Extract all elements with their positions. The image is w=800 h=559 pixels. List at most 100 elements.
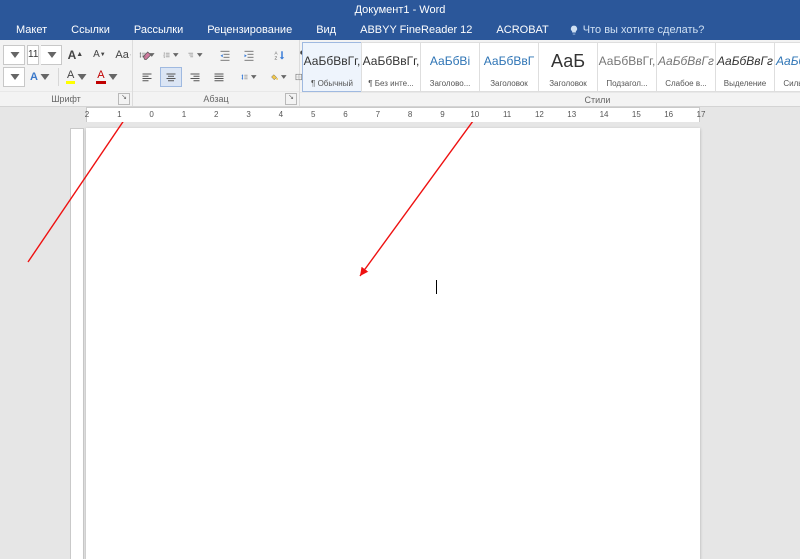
decrease-indent-button[interactable]	[214, 45, 236, 65]
tab-layout[interactable]: Макет	[6, 20, 57, 40]
align-center-icon	[165, 71, 177, 83]
outdent-icon	[219, 49, 231, 61]
ruler-number: 1	[117, 110, 121, 119]
svg-text:A: A	[275, 50, 278, 55]
line-spacing-icon	[241, 71, 249, 83]
style-item-5[interactable]: АаБбВвГг,Подзагол...	[597, 42, 657, 92]
ruler-number: 0	[149, 110, 153, 119]
document-page[interactable]	[86, 128, 700, 559]
style-preview: АаБбВвГг	[658, 43, 714, 79]
sort-icon: AZ	[273, 49, 285, 61]
shading-button[interactable]	[268, 67, 290, 87]
tab-abbyy[interactable]: ABBYY FineReader 12	[350, 20, 482, 40]
text-effects-button[interactable]: A	[27, 67, 54, 87]
increase-indent-button[interactable]	[238, 45, 260, 65]
style-item-1[interactable]: АаБбВвГг,¶ Без инте...	[361, 42, 421, 92]
styles-gallery: АаБбВвГг,¶ ОбычныйАаБбВвГг,¶ Без инте...…	[300, 40, 800, 92]
ruler-number: 11	[503, 110, 511, 119]
svg-text:3: 3	[163, 56, 165, 58]
ruler-number: 12	[535, 110, 544, 119]
font-size-dropdown[interactable]	[41, 45, 62, 65]
ribbon: 11 A▲ A▼ Aa A A A Шрифт	[0, 40, 800, 107]
tell-me-box[interactable]: Что вы хотите сделать?	[569, 24, 705, 36]
style-name-label: Заголовок	[539, 79, 597, 91]
grow-font-button[interactable]: A▲	[64, 45, 86, 65]
align-left-button[interactable]	[136, 67, 158, 87]
multilevel-button[interactable]	[184, 45, 206, 65]
tab-view[interactable]: Вид	[306, 20, 346, 40]
sort-button[interactable]: AZ	[268, 45, 290, 65]
align-right-icon	[189, 71, 201, 83]
style-preview: АаБбВі	[430, 43, 470, 79]
svg-text:Z: Z	[275, 55, 278, 60]
ruler-number: 7	[376, 110, 380, 119]
lightbulb-icon	[569, 25, 579, 35]
change-case-button[interactable]: Aa	[112, 45, 134, 65]
ruler-number: 9	[440, 110, 444, 119]
vertical-ruler[interactable]	[70, 128, 84, 559]
style-item-2[interactable]: АаБбВіЗаголово...	[420, 42, 480, 92]
style-preview: АаБбВвГг	[717, 43, 773, 79]
style-name-label: Выделение	[716, 79, 774, 91]
style-preview: АаБбВвГг,	[363, 43, 420, 79]
line-spacing-button[interactable]	[238, 67, 260, 87]
ruler-number: 15	[632, 110, 641, 119]
ruler-number: 14	[600, 110, 609, 119]
para-dialog-launcher[interactable]: ↘	[285, 93, 297, 105]
separator	[58, 68, 59, 86]
ruler-number: 1	[182, 110, 186, 119]
bucket-icon	[271, 71, 279, 83]
bullets-button[interactable]	[136, 45, 158, 65]
style-preview: АаБбВвГг,	[599, 43, 656, 79]
highlight-button[interactable]: A	[63, 67, 91, 87]
style-name-label: Сильное ...	[775, 79, 800, 91]
ruler-number: 8	[408, 110, 412, 119]
style-item-0[interactable]: АаБбВвГг,¶ Обычный	[302, 42, 362, 92]
font-color-button[interactable]: A	[93, 67, 121, 87]
style-preview: АаБбВвГг,	[304, 43, 361, 79]
tab-review[interactable]: Рецензирование	[197, 20, 302, 40]
app-title: Документ1 - Word	[355, 4, 446, 16]
numbering-button[interactable]: 123	[160, 45, 182, 65]
style-name-label: Подзагол...	[598, 79, 656, 91]
justify-icon	[213, 71, 225, 83]
ruler-number: 13	[567, 110, 576, 119]
align-left-icon	[141, 71, 153, 83]
tab-mailings[interactable]: Рассылки	[124, 20, 193, 40]
style-item-3[interactable]: АаБбВвГЗаголовок	[479, 42, 539, 92]
horizontal-ruler[interactable]: 2101234567891011121314151617	[0, 107, 800, 123]
shrink-font-button[interactable]: A▼	[88, 45, 110, 65]
document-area	[0, 122, 800, 559]
tab-acrobat[interactable]: ACROBAT	[486, 20, 558, 40]
bullets-icon	[139, 49, 147, 61]
style-item-4[interactable]: АаБЗаголовок	[538, 42, 598, 92]
style-preview: АаБбВвГ	[484, 43, 534, 79]
font-family-dropdown[interactable]	[3, 45, 25, 65]
ruler-number: 2	[214, 110, 218, 119]
ruler-number: 16	[664, 110, 673, 119]
tell-me-label: Что вы хотите сделать?	[583, 24, 705, 36]
align-center-button[interactable]	[160, 67, 182, 87]
multilevel-icon	[187, 49, 195, 61]
font-dialog-launcher[interactable]: ↘	[118, 93, 130, 105]
group-styles-label: Стили ↘	[300, 92, 800, 107]
ruler-number: 4	[279, 110, 283, 119]
justify-button[interactable]	[208, 67, 230, 87]
ruler-number: 6	[343, 110, 347, 119]
font-size-box[interactable]: 11	[27, 45, 39, 65]
group-styles: АаБбВвГг,¶ ОбычныйАаБбВвГг,¶ Без инте...…	[300, 40, 800, 106]
style-item-7[interactable]: АаБбВвГгВыделение	[715, 42, 775, 92]
style-name-label: ¶ Обычный	[303, 79, 361, 91]
ribbon-tabs: Макет Ссылки Рассылки Рецензирование Вид…	[0, 20, 800, 40]
style-item-8[interactable]: АаБбВвГгСильное ...	[774, 42, 800, 92]
tab-references[interactable]: Ссылки	[61, 20, 120, 40]
ruler-number: 5	[311, 110, 315, 119]
title-bar: Документ1 - Word	[0, 0, 800, 20]
style-item-6[interactable]: АаБбВвГгСлабое в...	[656, 42, 716, 92]
align-right-button[interactable]	[184, 67, 206, 87]
font-dropdown-button[interactable]	[3, 67, 25, 87]
group-paragraph: 123 AZ ¶	[133, 40, 300, 106]
ruler-number: 17	[697, 110, 706, 119]
style-preview: АаБбВвГг	[776, 43, 800, 79]
group-font: 11 A▲ A▼ Aa A A A Шрифт	[0, 40, 133, 106]
